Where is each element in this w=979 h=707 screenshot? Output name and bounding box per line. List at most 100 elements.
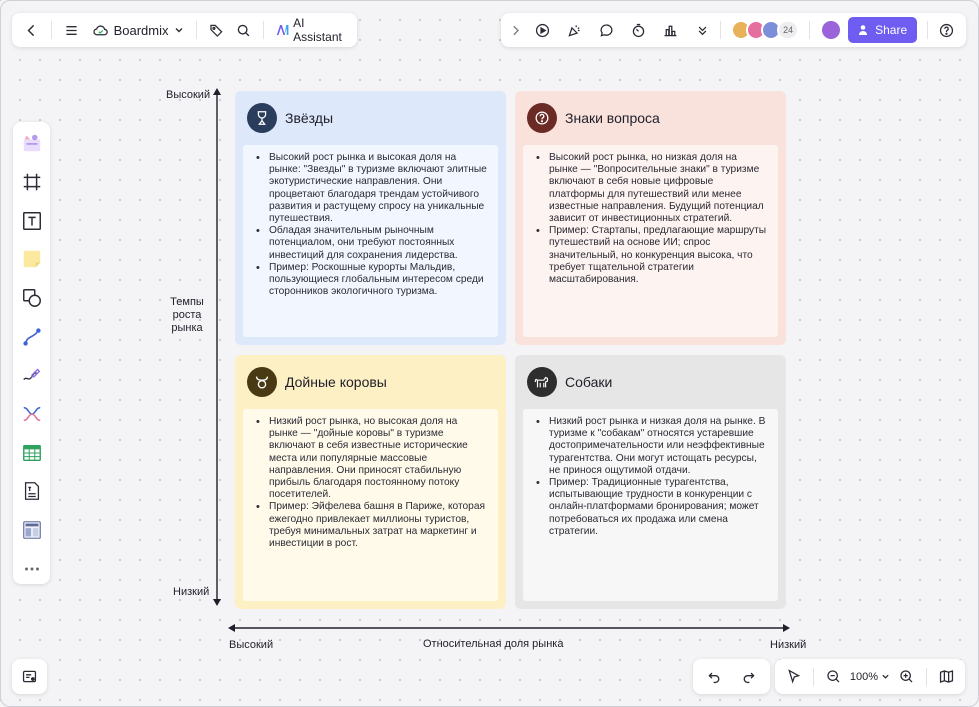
workspace-switcher[interactable]: Boardmix <box>88 22 188 39</box>
back-icon[interactable] <box>20 16 43 44</box>
dog-icon <box>527 367 557 397</box>
frame-icon[interactable] <box>16 167 48 198</box>
collaborator-avatars[interactable]: 24 <box>731 20 800 40</box>
x-axis-title: Относительная доля рынка <box>423 638 564 650</box>
bullet-item: Низкий рост рынка и низкая доля на рынке… <box>533 416 768 477</box>
sticky-note-icon[interactable] <box>16 244 48 275</box>
layout-icon[interactable] <box>16 515 48 546</box>
divider <box>809 21 811 39</box>
search-icon[interactable] <box>232 16 255 44</box>
quadrant-header: Собаки <box>527 367 612 397</box>
bullet-list: Высокий рост рынка и высокая доля на рын… <box>253 152 488 298</box>
quadrant-stars[interactable]: Звёзды Высокий рост рынка и высокая доля… <box>235 91 506 345</box>
x-axis-left-label: Высокий <box>229 639 274 651</box>
cow-icon <box>247 367 277 397</box>
redo-icon[interactable] <box>735 663 763 691</box>
tool-sidebar <box>13 122 50 584</box>
ai-assistant-label: AI Assistant <box>293 16 342 44</box>
y-axis-top-label: Высокий <box>166 89 211 101</box>
top-left-toolbar: Boardmix AI Assistant <box>12 13 357 47</box>
shapes-icon[interactable] <box>16 283 48 314</box>
text-icon[interactable] <box>16 205 48 236</box>
more-icon[interactable] <box>16 553 48 584</box>
quadrant-title: Собаки <box>565 374 613 390</box>
zoom-out-icon[interactable] <box>820 663 848 691</box>
bullet-item: Обладая значительным рыночным потенциало… <box>253 225 488 262</box>
quadrant-header: Знаки вопроса <box>527 103 660 133</box>
bullet-item: Пример: Роскошные курорты Мальдив, польз… <box>253 262 488 299</box>
vote-icon[interactable] <box>656 16 684 44</box>
zoom-level-dropdown[interactable]: 100% <box>850 671 890 683</box>
divider <box>720 21 722 39</box>
x-axis-right-label: Низкий <box>770 639 807 651</box>
quadrant-title: Знаки вопроса <box>565 110 660 126</box>
mindmap-icon[interactable] <box>16 399 48 430</box>
quadrant-header: Звёзды <box>247 103 333 133</box>
bullet-item: Низкий рост рынка, но высокая доля на ры… <box>253 416 488 501</box>
chevron-down-double-icon[interactable] <box>688 16 716 44</box>
chevron-down-icon <box>882 674 889 679</box>
divider <box>195 21 197 39</box>
x-axis-arrow <box>228 624 790 632</box>
quadrant-header: Дойные коровы <box>247 367 387 397</box>
undo-icon[interactable] <box>700 663 728 691</box>
zoom-level: 100% <box>849 670 879 683</box>
bullet-item: Пример: Стартапы, предлагающие маршруты … <box>533 225 768 286</box>
workspace-name: Boardmix <box>113 22 169 38</box>
comment-icon[interactable] <box>593 16 621 44</box>
quadrant-card: Низкий рост рынка и низкая доля на рынке… <box>523 409 778 601</box>
y-axis-arrow <box>213 88 221 606</box>
quadrant-question-marks[interactable]: Знаки вопроса Высокий рост рынка, но низ… <box>515 91 786 345</box>
bullet-item: Пример: Традиционные турагентства, испыт… <box>533 477 768 538</box>
share-button[interactable]: Share <box>848 17 918 43</box>
quadrant-cash-cows[interactable]: Дойные коровы Низкий рост рынка, но высо… <box>235 355 506 609</box>
star-trophy-icon <box>247 103 277 133</box>
question-icon <box>527 103 557 133</box>
current-user-avatar[interactable] <box>820 19 843 41</box>
table-icon[interactable] <box>16 437 48 468</box>
bottom-left-toolbar <box>12 659 47 694</box>
quadrant-card: Высокий рост рынка и высокая доля на рын… <box>243 145 498 337</box>
user-add-icon <box>859 25 868 35</box>
chevron-right-icon[interactable] <box>507 16 525 44</box>
zoom-in-icon[interactable] <box>892 663 920 691</box>
document-icon[interactable] <box>16 476 48 507</box>
bullet-item: Высокий рост рынка и высокая доля на рын… <box>253 152 488 225</box>
history-toolbar <box>693 659 770 694</box>
outline-icon[interactable] <box>16 663 44 691</box>
quadrant-card: Низкий рост рынка, но высокая доля на ры… <box>243 409 498 601</box>
chevron-down-icon <box>175 28 182 33</box>
top-right-toolbar: 24 Share <box>501 13 966 47</box>
quadrant-card: Высокий рост рынка, но низкая доля на ры… <box>523 145 778 337</box>
timer-icon[interactable] <box>625 16 653 44</box>
bullet-list: Низкий рост рынка и низкая доля на рынке… <box>533 416 768 538</box>
help-icon[interactable] <box>932 16 960 44</box>
bullet-item: Пример: Эйфелева башня в Париже, которая… <box>253 501 488 550</box>
tag-icon[interactable] <box>204 16 227 44</box>
divider <box>925 667 927 686</box>
connector-icon[interactable] <box>16 321 48 352</box>
quadrant-title: Дойные коровы <box>285 374 387 390</box>
zoom-toolbar: 100% <box>775 659 965 694</box>
celebrate-icon[interactable] <box>561 16 589 44</box>
divider <box>927 21 929 39</box>
quadrant-title: Звёзды <box>285 110 334 126</box>
divider <box>263 21 264 39</box>
bullet-list: Высокий рост рынка, но низкая доля на ры… <box>533 152 768 286</box>
ai-logo-icon <box>276 25 289 35</box>
collaborator-count: 24 <box>777 20 800 40</box>
menu-icon[interactable] <box>60 16 83 44</box>
y-axis-bottom-label: Низкий <box>173 586 210 598</box>
y-axis-title: Темпы роста рынка <box>170 296 204 334</box>
bullet-item: Высокий рост рынка, но низкая доля на ры… <box>533 152 768 225</box>
pen-icon[interactable] <box>16 360 48 391</box>
quadrant-dogs[interactable]: Собаки Низкий рост рынка и низкая доля н… <box>515 355 786 609</box>
share-label: Share <box>875 23 908 37</box>
ai-assistant-button[interactable]: AI Assistant <box>272 16 349 44</box>
bullet-list: Низкий рост рынка, но высокая доля на ры… <box>253 416 488 550</box>
cursor-icon[interactable] <box>779 663 807 691</box>
map-icon[interactable] <box>933 663 961 691</box>
play-icon[interactable] <box>529 16 557 44</box>
templates-icon[interactable] <box>16 128 48 159</box>
cloud-icon <box>92 24 108 35</box>
